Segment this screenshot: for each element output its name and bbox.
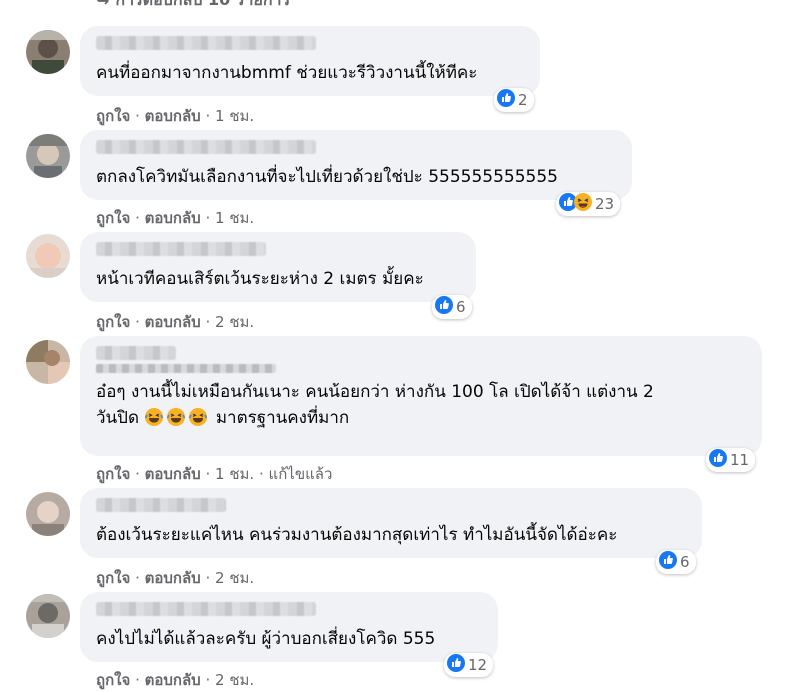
reaction-count-value: 23 [595,195,615,213]
separator: · [205,313,211,331]
comment-actions: ถูกใจ · ตอบกลับ · 2 ชม. [96,566,254,590]
timestamp[interactable]: 1 ชม. [215,107,254,125]
like-button[interactable]: ถูกใจ [96,671,130,689]
separator: · [205,209,211,227]
separator: · [135,465,140,483]
separator: · [135,209,140,227]
comment-text-part: มาตรฐานคงที่มาก [215,408,350,428]
comment-text: ตกลงโควิทมันเลือกงานที่จะไปเที่ยวด้วยใช่… [96,167,558,187]
like-button[interactable]: ถูกใจ [96,465,130,483]
like-icon [659,551,677,573]
avatar[interactable] [26,134,70,178]
like-icon [447,654,465,676]
like-button[interactable]: ถูกใจ [96,209,130,227]
commenter-name-redacted[interactable] [96,602,316,616]
separator: · [205,569,211,587]
commenter-badge-redacted [96,364,276,373]
reply-button[interactable]: ตอบกลับ [145,465,201,483]
comment-actions: ถูกใจ · ตอบกลับ · 2 ชม. [96,668,254,692]
comment-bubble: คนที่ออกมาจากงานbmmf ช่วยแวะรีวิวงานนี้ใ… [80,26,540,96]
reaction-count-value: 11 [730,451,750,469]
reaction-count[interactable]: 12 [444,653,494,677]
comment-bubble: ต้องเว้นระยะแค่ไหน คนร่วมงานต้องมากสุดเท… [80,488,702,558]
reaction-count[interactable]: 11 [706,448,756,472]
separator: · [135,107,140,125]
comment-text: หน้าเวทีคอนเสิร์ตเว้นระยะห่าง 2 เมตร มั้… [96,269,424,289]
separator: · [258,465,264,483]
reply-button[interactable]: ตอบกลับ [145,569,201,587]
reaction-count[interactable]: 23 [556,192,621,216]
comment-text: คงไปไม่ได้แล้วละครับ ผู้ว่าบอกเสี่ยงโควิ… [96,629,436,649]
commenter-name-redacted[interactable] [96,346,176,360]
separator: · [205,671,211,689]
comment-text-part: วันปิด [96,408,139,428]
comment-bubble: อ๋อๆ งานนี้ไม่เหมือนกันเนาะ คนน้อยกว่า ห… [80,336,762,456]
like-button[interactable]: ถูกใจ [96,313,130,331]
reaction-count[interactable]: 2 [494,88,534,112]
reply-button[interactable]: ตอบกลับ [145,313,201,331]
separator: · [135,569,140,587]
reaction-count-value: 12 [468,656,488,674]
comment-thread: ↪ การตอบกลับ 10 รายการ คนที่ออกมาจากงานb… [0,0,800,692]
separator: · [205,107,211,125]
reply-button[interactable]: ตอบกลับ [145,209,201,227]
timestamp[interactable]: 1 ชม. [215,465,254,483]
reaction-count-value: 2 [518,91,528,109]
separator: · [205,465,211,483]
reply-button[interactable]: ตอบกลับ [145,671,201,689]
reply-button[interactable]: ตอบกลับ [145,107,201,125]
reaction-count-value: 6 [680,553,690,571]
avatar[interactable] [26,340,70,384]
comment-bubble: คงไปไม่ได้แล้วละครับ ผู้ว่าบอกเสี่ยงโควิ… [80,592,498,662]
commenter-name-redacted[interactable] [96,498,226,512]
reaction-count[interactable]: 6 [656,550,696,574]
comment-actions: ถูกใจ · ตอบกลับ · 1 ชม. [96,104,254,128]
avatar[interactable] [26,492,70,536]
commenter-name-redacted[interactable] [96,140,316,154]
timestamp[interactable]: 2 ชม. [215,569,254,587]
comment-actions: ถูกใจ · ตอบกลับ · 1 ชม. · แก้ไขแล้ว [96,462,332,486]
avatar[interactable] [26,594,70,638]
commenter-name-redacted[interactable] [96,242,266,256]
comment-text-line1: อ๋อๆ งานนี้ไม่เหมือนกันเนาะ คนน้อยกว่า ห… [96,382,654,402]
avatar[interactable] [26,30,70,74]
like-icon [709,449,727,471]
comment-text: คนที่ออกมาจากงานbmmf ช่วยแวะรีวิวงานนี้ใ… [96,63,478,83]
timestamp[interactable]: 1 ชม. [215,209,254,227]
commenter-name-redacted[interactable] [96,36,316,50]
comment-actions: ถูกใจ · ตอบกลับ · 1 ชม. [96,206,254,230]
timestamp[interactable]: 2 ชม. [215,313,254,331]
laughing-emoji-icon [144,407,210,435]
comment-text-line2: วันปิด มาตรฐานคงที่มาก [96,405,746,435]
separator: · [135,313,140,331]
comment-text: ต้องเว้นระยะแค่ไหน คนร่วมงานต้องมากสุดเท… [96,525,618,545]
like-icon [497,89,515,111]
reaction-count-value: 6 [456,298,466,316]
more-replies-link[interactable]: ↪ การตอบกลับ 10 รายการ [96,0,290,13]
comment-actions: ถูกใจ · ตอบกลับ · 2 ชม. [96,310,254,334]
edited-label[interactable]: แก้ไขแล้ว [269,465,333,483]
avatar[interactable] [26,234,70,278]
more-replies-label: การตอบกลับ 10 รายการ [115,0,290,13]
like-icon [435,296,453,318]
haha-icon [574,193,592,215]
like-button[interactable]: ถูกใจ [96,569,130,587]
comment-bubble: ตกลงโควิทมันเลือกงานที่จะไปเที่ยวด้วยใช่… [80,130,632,200]
reaction-count[interactable]: 6 [432,295,472,319]
timestamp[interactable]: 2 ชม. [215,671,254,689]
like-button[interactable]: ถูกใจ [96,107,130,125]
comment-bubble: หน้าเวทีคอนเสิร์ตเว้นระยะห่าง 2 เมตร มั้… [80,232,476,302]
separator: · [135,671,140,689]
reply-arrow-icon: ↪ [96,0,110,10]
